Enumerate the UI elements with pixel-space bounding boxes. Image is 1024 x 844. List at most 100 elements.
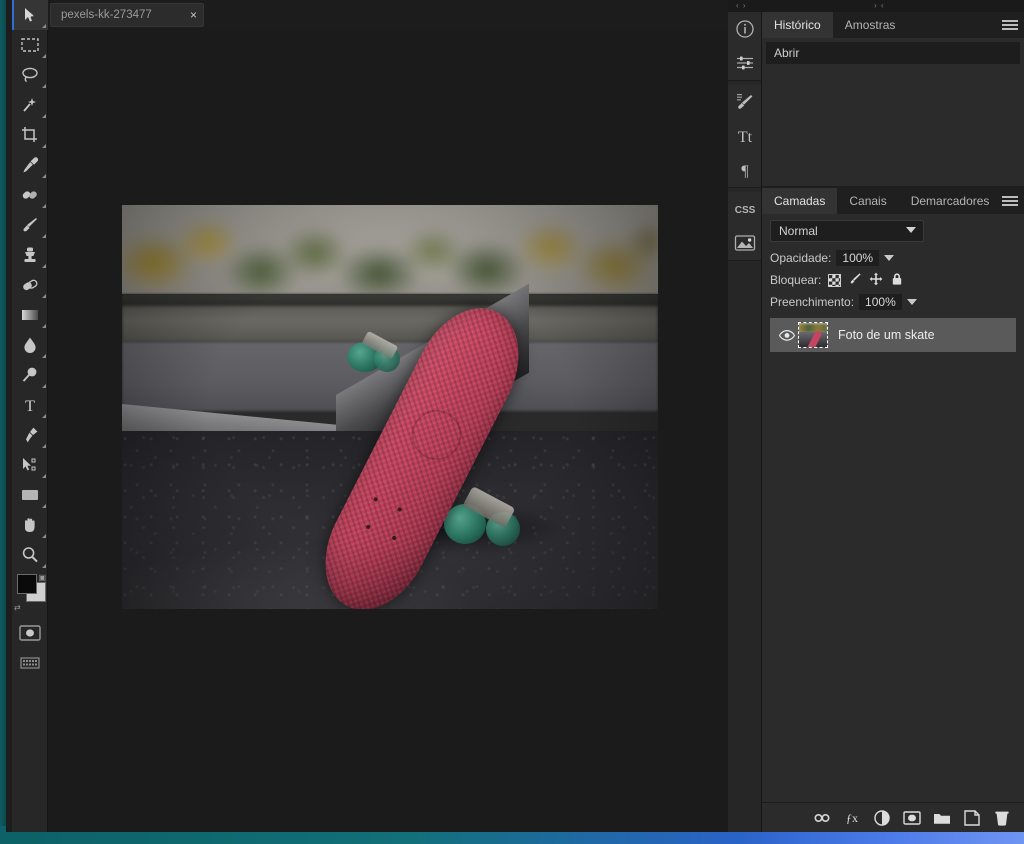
editor-window: T ▣ ⇄ pexels-kk-273477 × ‹ › › ‹ Tt ¶ CS… bbox=[6, 0, 1024, 832]
fill-slider-icon[interactable] bbox=[906, 299, 917, 305]
tool-rectangular-marquee[interactable] bbox=[12, 30, 48, 60]
foreground-color-swatch[interactable] bbox=[17, 574, 37, 594]
tool-flyout-indicator bbox=[42, 174, 46, 178]
application-window: T ▣ ⇄ pexels-kk-273477 × ‹ › › ‹ Tt ¶ CS… bbox=[0, 0, 1024, 844]
screen-mode-button[interactable] bbox=[12, 648, 48, 678]
tool-flyout-indicator bbox=[42, 474, 46, 478]
color-swatches[interactable]: ▣ ⇄ bbox=[12, 574, 48, 612]
svg-text:CSS: CSS bbox=[735, 205, 756, 216]
image-panel-icon[interactable] bbox=[728, 226, 762, 260]
tool-lasso[interactable] bbox=[12, 60, 48, 90]
tool-dodge[interactable] bbox=[12, 360, 48, 390]
tab-canais[interactable]: Canais bbox=[837, 188, 899, 214]
lock-position-icon[interactable] bbox=[869, 272, 883, 289]
svg-text:T: T bbox=[25, 398, 35, 413]
paragraph-panel-icon[interactable]: ¶ bbox=[728, 153, 762, 187]
tab-camadas[interactable]: Camadas bbox=[762, 188, 838, 214]
tool-magic-wand[interactable] bbox=[12, 90, 48, 120]
blend-mode-value: Normal bbox=[779, 224, 818, 238]
brushes-panel-icon[interactable] bbox=[728, 85, 762, 119]
opacity-label: Opacidade: bbox=[770, 251, 832, 265]
tool-hand[interactable] bbox=[12, 510, 48, 540]
lock-transparent-pixels-icon[interactable] bbox=[828, 273, 842, 287]
opacity-slider-icon[interactable] bbox=[884, 255, 895, 261]
layer-name[interactable]: Foto de um skate bbox=[838, 328, 935, 342]
canvas-image[interactable] bbox=[122, 205, 658, 609]
blend-mode-select[interactable]: Normal bbox=[770, 220, 924, 242]
dock-collapse-bar[interactable]: ‹ › › ‹ bbox=[728, 0, 1024, 12]
tool-path-selection[interactable] bbox=[12, 450, 48, 480]
lock-row: Bloquear: bbox=[770, 270, 1016, 290]
tool-eyedropper[interactable] bbox=[12, 150, 48, 180]
eye-icon[interactable] bbox=[776, 329, 798, 341]
opacity-value[interactable]: 100% bbox=[836, 250, 880, 266]
new-layer-icon[interactable] bbox=[962, 808, 982, 828]
default-colors-icon[interactable]: ▣ bbox=[38, 574, 46, 582]
document-tab[interactable]: pexels-kk-273477 × bbox=[50, 3, 204, 27]
fill-label: Preenchimento: bbox=[770, 295, 855, 309]
canvas-area[interactable] bbox=[48, 30, 728, 810]
tool-flyout-indicator bbox=[42, 294, 46, 298]
layer-mask-icon[interactable] bbox=[902, 808, 922, 828]
tool-crop[interactable] bbox=[12, 120, 48, 150]
svg-text:Tt: Tt bbox=[738, 129, 753, 145]
tab-historico[interactable]: Histórico bbox=[762, 12, 833, 38]
tab-amostras[interactable]: Amostras bbox=[832, 12, 908, 38]
close-icon[interactable]: × bbox=[190, 9, 197, 21]
layer-effects-icon[interactable]: ƒx bbox=[842, 808, 862, 828]
collapse-panels-icon[interactable]: › ‹ bbox=[874, 0, 885, 12]
tool-blur[interactable] bbox=[12, 330, 48, 360]
svg-text:¶: ¶ bbox=[741, 163, 749, 179]
new-group-icon[interactable] bbox=[932, 808, 952, 828]
layers-list: Foto de um skate bbox=[770, 318, 1016, 352]
tool-flyout-indicator bbox=[42, 204, 46, 208]
character-panel-icon[interactable]: Tt bbox=[728, 119, 762, 153]
tool-flyout-indicator bbox=[42, 384, 46, 388]
layers-panel: Camadas Canais Demarcadores Normal Opaci… bbox=[762, 188, 1024, 832]
collapse-rail-icon[interactable]: ‹ › bbox=[736, 0, 747, 12]
history-panel-tabs: Histórico Amostras bbox=[762, 12, 1024, 38]
layer-thumbnail[interactable] bbox=[798, 322, 828, 348]
lock-label: Bloquear: bbox=[770, 273, 822, 287]
fill-value[interactable]: 100% bbox=[859, 294, 902, 310]
history-panel-menu-icon[interactable] bbox=[1002, 17, 1018, 33]
link-layers-icon[interactable] bbox=[812, 808, 832, 828]
adjustment-layer-icon[interactable] bbox=[872, 808, 892, 828]
tool-flyout-indicator bbox=[42, 324, 46, 328]
tool-zoom[interactable] bbox=[12, 540, 48, 570]
rail-group-info bbox=[728, 12, 761, 81]
opacity-row: Opacidade: 100% bbox=[770, 248, 1016, 268]
photo-vignette bbox=[122, 205, 658, 609]
history-item-abrir[interactable]: Abrir bbox=[766, 42, 1020, 64]
tool-move[interactable] bbox=[12, 0, 48, 30]
quick-mask-button[interactable] bbox=[12, 618, 48, 648]
tool-healing-brush[interactable] bbox=[12, 180, 48, 210]
lock-all-icon[interactable] bbox=[890, 272, 904, 289]
css-panel-icon[interactable]: CSS bbox=[728, 192, 762, 226]
tool-flyout-indicator bbox=[42, 84, 46, 88]
tool-type[interactable]: T bbox=[12, 390, 48, 420]
tool-flyout-indicator bbox=[42, 504, 46, 508]
rail-group-brush: Tt ¶ bbox=[728, 85, 761, 188]
history-panel-body: Abrir bbox=[762, 38, 1024, 186]
tool-shape[interactable] bbox=[12, 480, 48, 510]
tool-brush[interactable] bbox=[12, 210, 48, 240]
tool-pen[interactable] bbox=[12, 420, 48, 450]
lock-image-pixels-icon[interactable] bbox=[848, 272, 862, 289]
tool-flyout-indicator bbox=[42, 444, 46, 448]
tool-flyout-indicator bbox=[42, 24, 46, 28]
tool-clone-stamp[interactable] bbox=[12, 240, 48, 270]
tool-flyout-indicator bbox=[42, 564, 46, 568]
tab-demarcadores[interactable]: Demarcadores bbox=[898, 188, 1002, 214]
panel-column: Histórico Amostras Abrir Camadas Canais bbox=[762, 12, 1024, 832]
status-bar bbox=[48, 810, 728, 832]
layers-panel-menu-icon[interactable] bbox=[1002, 193, 1018, 209]
tool-gradient[interactable] bbox=[12, 300, 48, 330]
info-panel-icon[interactable] bbox=[728, 12, 762, 46]
adjustments-panel-icon[interactable] bbox=[728, 46, 762, 80]
history-panel: Histórico Amostras Abrir bbox=[762, 12, 1024, 186]
layer-row[interactable]: Foto de um skate bbox=[770, 318, 1016, 352]
tool-eraser[interactable] bbox=[12, 270, 48, 300]
delete-layer-icon[interactable] bbox=[992, 808, 1012, 828]
swap-colors-icon[interactable]: ⇄ bbox=[14, 604, 21, 612]
